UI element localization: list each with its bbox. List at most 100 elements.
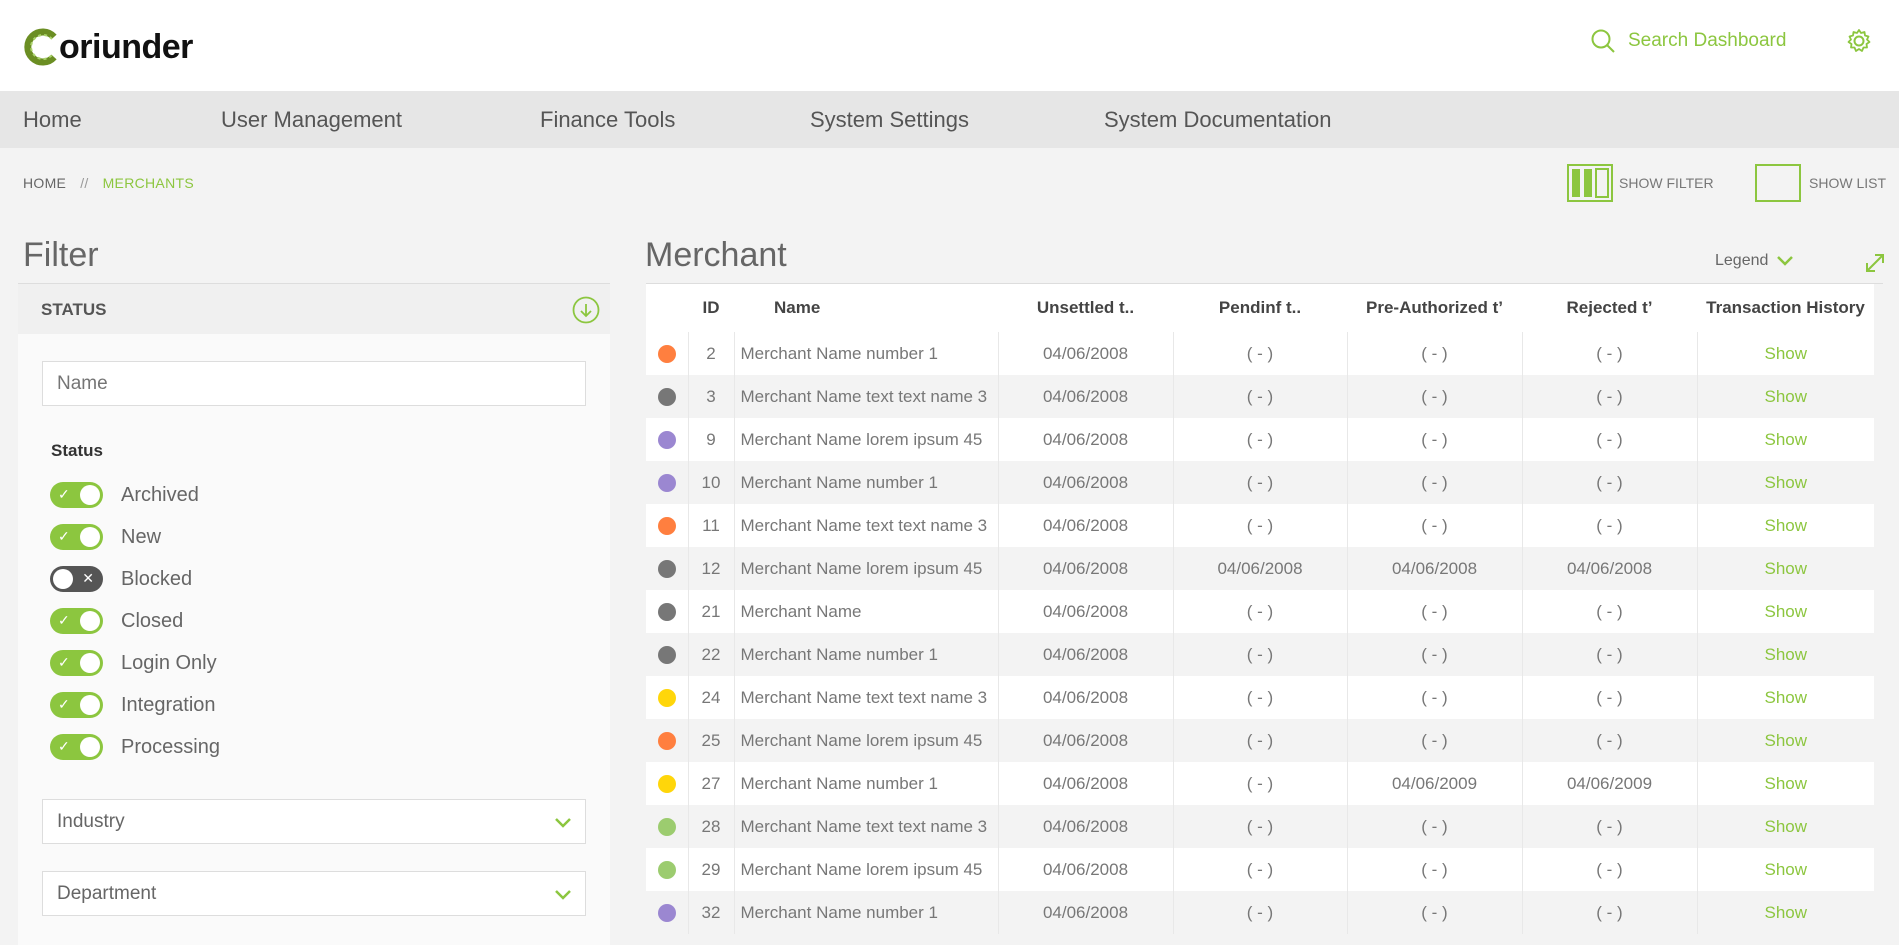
col-header-name[interactable]: Name	[734, 284, 998, 332]
col-header-pending[interactable]: Pendinf t..	[1173, 284, 1347, 332]
login-only-toggle[interactable]: ✓	[50, 650, 103, 676]
id-cell: 27	[688, 762, 735, 805]
status-cell	[646, 461, 689, 504]
collapse-arrow-icon[interactable]	[572, 296, 600, 324]
transaction-history-cell[interactable]: Show	[1697, 719, 1874, 762]
closed-toggle[interactable]: ✓	[50, 608, 103, 634]
name-cell: Merchant Name text text name 3	[734, 805, 999, 848]
breadcrumb-home[interactable]: HOME	[23, 175, 66, 191]
industry-select[interactable]: Industry	[42, 799, 586, 844]
show-list-button[interactable]: SHOW LIST	[1755, 164, 1886, 202]
rejected-cell: ( - )	[1522, 590, 1698, 633]
nav-item-home[interactable]: Home	[23, 91, 82, 148]
status-cell	[646, 375, 689, 418]
col-header-id[interactable]: ID	[688, 284, 734, 332]
pending-cell: ( - )	[1173, 332, 1348, 375]
transaction-history-cell[interactable]: Show	[1697, 461, 1874, 504]
table-row[interactable]: 11 Merchant Name text text name 3 04/06/20…	[646, 504, 1874, 547]
table-row[interactable]: 25 Merchant Name lorem ipsum 45 04/06/2008…	[646, 719, 1874, 762]
search-dashboard[interactable]: Search Dashboard	[1590, 28, 1786, 54]
processing-toggle[interactable]: ✓	[50, 734, 103, 760]
logo-text: oriunder	[59, 27, 193, 66]
integration-toggle[interactable]: ✓	[50, 692, 103, 718]
transaction-history-cell[interactable]: Show	[1697, 633, 1874, 676]
status-dot-icon	[657, 517, 676, 536]
transaction-history-cell[interactable]: Show	[1697, 375, 1874, 418]
id-cell: 3	[688, 375, 735, 418]
transaction-history-cell[interactable]: Show	[1697, 848, 1874, 891]
preauthorized-cell: ( - )	[1347, 805, 1523, 848]
toggle-label: Integration	[121, 693, 216, 716]
status-cell	[646, 590, 689, 633]
rejected-cell: ( - )	[1522, 504, 1698, 547]
unsettled-cell: 04/06/2008	[998, 762, 1174, 805]
department-select[interactable]: Department	[42, 871, 586, 916]
table-row[interactable]: 27 Merchant Name number 1 04/06/2008( - ) 0…	[646, 762, 1874, 805]
transaction-history-cell[interactable]: Show	[1697, 504, 1874, 547]
toggle-row-archived: ✓ Archived	[50, 482, 199, 508]
legend-dropdown[interactable]: Legend	[1715, 252, 1794, 270]
new-toggle[interactable]: ✓	[50, 524, 103, 550]
nav-item-system-documentation[interactable]: System Documentation	[1104, 91, 1331, 148]
status-section-header[interactable]: STATUS	[18, 284, 610, 334]
col-header-unsettled[interactable]: Unsettled t..	[998, 284, 1173, 332]
nav-item-system-settings[interactable]: System Settings	[810, 91, 969, 148]
rejected-cell: ( - )	[1522, 676, 1698, 719]
transaction-history-cell[interactable]: Show	[1697, 418, 1874, 461]
table-row[interactable]: 2 Merchant Name number 1 04/06/2008( - )( …	[646, 332, 1874, 375]
preauthorized-cell: ( - )	[1347, 676, 1523, 719]
transaction-history-cell[interactable]: Show	[1697, 805, 1874, 848]
blocked-toggle[interactable]: ✕	[50, 566, 103, 592]
unsettled-cell: 04/06/2008	[998, 719, 1174, 762]
transaction-history-cell[interactable]: Show	[1697, 676, 1874, 719]
unsettled-cell: 04/06/2008	[998, 676, 1174, 719]
table-row[interactable]: 9 Merchant Name lorem ipsum 45 04/06/2008(…	[646, 418, 1874, 461]
col-header-transaction-history[interactable]: Transaction History	[1697, 284, 1874, 332]
rejected-cell: ( - )	[1522, 891, 1698, 934]
id-cell: 32	[688, 891, 735, 934]
table-row[interactable]: 32 Merchant Name number 1 04/06/2008( - )(…	[646, 891, 1874, 934]
transaction-history-cell[interactable]: Show	[1697, 762, 1874, 805]
logo[interactable]: oriunder	[23, 24, 193, 70]
toggle-label: Processing	[121, 735, 220, 758]
table-row[interactable]: 29 Merchant Name lorem ipsum 45 04/06/2008…	[646, 848, 1874, 891]
table-row[interactable]: 28 Merchant Name text text name 3 04/06/20…	[646, 805, 1874, 848]
table-row[interactable]: 12 Merchant Name lorem ipsum 45 04/06/2008…	[646, 547, 1874, 590]
table-row[interactable]: 24 Merchant Name text text name 3 04/06/20…	[646, 676, 1874, 719]
name-cell: Merchant Name text text name 3	[734, 676, 999, 719]
gear-icon[interactable]	[1845, 27, 1873, 55]
nav-item-finance-tools[interactable]: Finance Tools	[540, 91, 675, 148]
nav-item-user-management[interactable]: User Management	[221, 91, 402, 148]
col-header-preauthorized[interactable]: Pre-Authorized t’	[1347, 284, 1522, 332]
table-header-row: ID Name Unsettled t.. Pendinf t.. Pre-Au…	[646, 284, 1874, 332]
transaction-history-cell[interactable]: Show	[1697, 891, 1874, 934]
transaction-history-cell[interactable]: Show	[1697, 590, 1874, 633]
status-cell	[646, 547, 689, 590]
id-cell: 25	[688, 719, 735, 762]
id-cell: 2	[688, 332, 735, 375]
name-cell: Merchant Name text text name 3	[734, 504, 999, 547]
table-row[interactable]: 3 Merchant Name text text name 3 04/06/200…	[646, 375, 1874, 418]
expand-icon[interactable]	[1864, 252, 1886, 274]
show-filter-label: SHOW FILTER	[1619, 175, 1714, 191]
status-cell	[646, 805, 689, 848]
preauthorized-cell: ( - )	[1347, 590, 1523, 633]
preauthorized-cell: ( - )	[1347, 891, 1523, 934]
transaction-history-cell[interactable]: Show	[1697, 547, 1874, 590]
show-filter-button[interactable]: SHOW FILTER	[1567, 164, 1714, 202]
col-header-status	[646, 284, 688, 332]
pending-cell: ( - )	[1173, 891, 1348, 934]
status-dot-icon	[657, 818, 676, 837]
transaction-history-cell[interactable]: Show	[1697, 332, 1874, 375]
name-cell: Merchant Name number 1	[734, 762, 999, 805]
table-row[interactable]: 21 Merchant Name 04/06/2008( - )( - )( - )…	[646, 590, 1874, 633]
id-cell: 10	[688, 461, 735, 504]
name-filter-input[interactable]	[42, 361, 586, 406]
check-icon: ✓	[58, 738, 70, 754]
table-row[interactable]: 22 Merchant Name number 1 04/06/2008( - )(…	[646, 633, 1874, 676]
legend-label: Legend	[1715, 252, 1769, 269]
col-header-rejected[interactable]: Rejected t’	[1522, 284, 1697, 332]
table-row[interactable]: 10 Merchant Name number 1 04/06/2008( - )(…	[646, 461, 1874, 504]
status-dot-icon	[657, 646, 676, 665]
archived-toggle[interactable]: ✓	[50, 482, 103, 508]
